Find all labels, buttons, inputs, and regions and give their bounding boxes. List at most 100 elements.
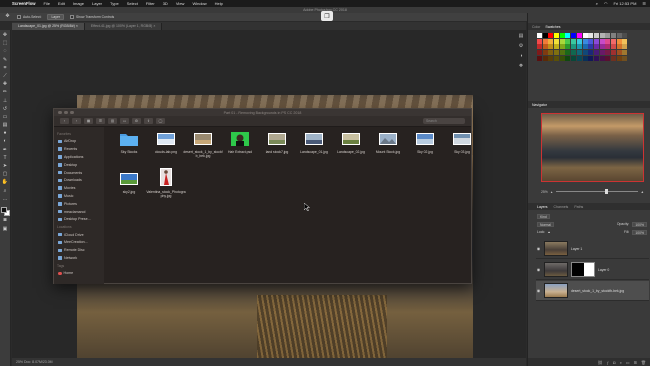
color-swatch[interactable] <box>605 55 611 61</box>
blur-tool-icon[interactable]: ● <box>2 130 9 137</box>
tab-swatches[interactable]: Swatches <box>545 25 560 29</box>
color-swatch[interactable] <box>565 33 571 38</box>
menu-help[interactable]: Help <box>215 1 223 6</box>
color-swatch[interactable] <box>588 44 594 50</box>
menu-layer[interactable]: Layer <box>92 1 102 6</box>
sidebar-item-music[interactable]: Music <box>57 192 104 200</box>
sidebar-item-desktop[interactable]: Desktop <box>57 161 104 169</box>
add-mask-icon[interactable]: ◘ <box>613 360 615 365</box>
color-swatch[interactable] <box>554 50 560 56</box>
gallery-view-button[interactable]: ▭ <box>120 118 129 124</box>
color-swatches[interactable] <box>0 206 10 216</box>
shape-tool-icon[interactable]: ▢ <box>2 171 9 178</box>
path-select-icon[interactable]: ➤ <box>2 163 9 170</box>
color-swatch[interactable] <box>622 33 628 38</box>
color-swatch[interactable] <box>565 50 571 56</box>
menu-window[interactable]: Window <box>192 1 206 6</box>
layer-name[interactable]: Layer 1 <box>571 247 582 251</box>
menu-filter[interactable]: Filter <box>146 1 155 6</box>
color-swatch[interactable] <box>542 50 548 56</box>
color-swatch[interactable] <box>542 33 548 38</box>
color-swatch[interactable] <box>542 55 548 61</box>
menu-view[interactable]: View <box>176 1 185 6</box>
file-item[interactable]: clouds-lab.png <box>146 131 186 154</box>
share-button[interactable]: ⇪ <box>144 118 153 124</box>
blend-mode-select[interactable]: Normal <box>537 221 554 227</box>
layer-name[interactable]: desert_stock_1_by_stockfb-bek.jpg <box>571 289 624 293</box>
color-swatch[interactable] <box>554 38 560 44</box>
menu-3d[interactable]: 3D <box>163 1 168 6</box>
move-tool-icon[interactable]: ✥ <box>2 32 9 39</box>
hand-tool-icon[interactable]: ✋ <box>2 180 9 186</box>
zoom-slider[interactable] <box>555 189 638 194</box>
icon-view-button[interactable]: ▦ <box>84 118 93 124</box>
tab-channels[interactable]: Channels <box>554 205 569 209</box>
zoom-tool-icon[interactable]: ⌕ <box>2 188 9 195</box>
color-swatch[interactable] <box>571 50 577 56</box>
color-swatch[interactable] <box>554 33 560 38</box>
color-swatch[interactable] <box>576 38 582 44</box>
color-swatch[interactable] <box>537 50 542 56</box>
eyedropper-tool-icon[interactable]: ⟋ <box>2 73 9 80</box>
layer-mask-thumbnail[interactable] <box>571 262 595 277</box>
tab-landscape[interactable]: Landscape_01.jpg @ 25% (RGB/8#) × <box>12 23 85 30</box>
finder-titlebar[interactable]: Part 01 - Removing Backgrounds in PS CC … <box>54 109 471 116</box>
stamp-tool-icon[interactable]: ⊥ <box>2 98 9 105</box>
sidebar-item-desktop-presets[interactable]: Desktop Prese... <box>57 215 104 223</box>
color-swatch[interactable] <box>599 50 605 56</box>
wifi-icon[interactable]: ◠ <box>604 1 608 6</box>
auto-select-checkbox[interactable]: Auto-Select: <box>17 15 41 19</box>
brush-tool-icon[interactable]: ✏ <box>2 90 9 96</box>
arrange-button[interactable]: ⚙ <box>132 118 141 124</box>
color-swatch[interactable] <box>548 44 554 50</box>
color-swatch[interactable] <box>554 55 560 61</box>
sidebar-item-computer[interactable]: MeeCreation... <box>57 239 104 247</box>
lock-icon[interactable]: 🔒︎ <box>548 230 550 234</box>
color-swatch[interactable] <box>616 44 622 50</box>
file-item[interactable]: desert_stock_1_by_stockfb_bek.jpg <box>183 131 223 158</box>
sidebar-item-remote-disc[interactable]: Remote Disc <box>57 246 104 254</box>
tab-navigator[interactable]: Navigator <box>532 103 547 107</box>
healing-tool-icon[interactable]: ✚ <box>2 81 9 88</box>
zoom-in-icon[interactable]: ▲ <box>641 190 644 194</box>
color-swatch[interactable] <box>548 38 554 44</box>
zoom-out-icon[interactable]: ▴ <box>551 190 553 194</box>
color-swatch[interactable] <box>588 38 594 44</box>
color-swatch[interactable] <box>576 33 582 38</box>
eye-icon[interactable]: ◉ <box>536 288 541 293</box>
file-item[interactable]: Landscape_02.jpg <box>331 131 371 154</box>
color-swatch[interactable] <box>565 44 571 50</box>
color-swatch[interactable] <box>599 55 605 61</box>
color-swatch[interactable] <box>576 55 582 61</box>
file-item[interactable]: Mount Stock.jpg <box>368 131 408 154</box>
column-view-button[interactable]: ▥ <box>108 118 117 124</box>
app-name[interactable]: ScreenFlow <box>12 1 36 6</box>
list-view-button[interactable]: ☰ <box>96 118 105 124</box>
tab-paths[interactable]: Paths <box>574 205 583 209</box>
color-swatch[interactable] <box>610 50 616 56</box>
history-panel-icon[interactable]: ▤ <box>519 33 524 39</box>
color-swatch[interactable] <box>588 33 594 38</box>
color-swatch[interactable] <box>565 38 571 44</box>
sidebar-item-applications[interactable]: Applications <box>57 153 104 161</box>
file-item[interactable]: Valentina_stock_Photography.jpg <box>146 167 186 198</box>
sidebar-item-downloads[interactable]: Downloads <box>57 176 104 184</box>
color-swatch[interactable] <box>593 55 599 61</box>
layer-name[interactable]: Layer 0 <box>598 268 609 272</box>
color-swatch[interactable] <box>542 38 548 44</box>
file-item[interactable]: Landscape_01.jpg <box>294 131 334 154</box>
color-swatch[interactable] <box>571 33 577 38</box>
quick-mask-icon[interactable]: ◙ <box>2 218 9 224</box>
color-swatch[interactable] <box>588 55 594 61</box>
menu-select[interactable]: Select <box>127 1 138 6</box>
color-swatch[interactable] <box>610 38 616 44</box>
color-swatch[interactable] <box>548 33 554 38</box>
properties-panel-icon[interactable]: ⚙ <box>519 43 523 49</box>
color-swatch[interactable] <box>605 38 611 44</box>
color-swatch[interactable] <box>593 44 599 50</box>
tab-layers[interactable]: Layers <box>537 205 548 209</box>
color-swatch[interactable] <box>616 55 622 61</box>
type-tool-icon[interactable]: T <box>2 155 9 162</box>
color-swatch[interactable] <box>605 50 611 56</box>
fill-input[interactable]: 100% <box>632 229 647 235</box>
